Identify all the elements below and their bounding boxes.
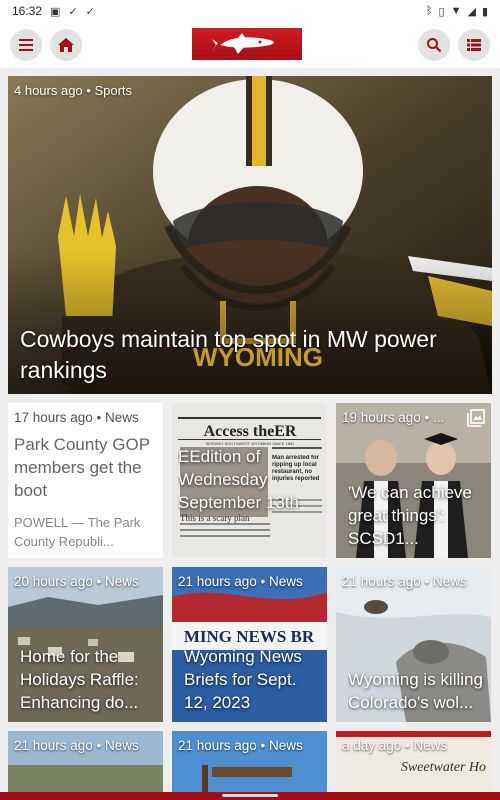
card-meta: 21 hours ago • News	[178, 738, 303, 753]
article-card[interactable]: 20 hours ago • News Home for the Holiday…	[8, 567, 163, 722]
menu-button[interactable]	[10, 29, 42, 61]
app-bar	[0, 22, 500, 68]
card-meta: 19 hours ago • ...	[342, 410, 445, 425]
app-logo[interactable]	[192, 28, 302, 60]
menu-icon	[19, 39, 33, 51]
eedition-card[interactable]: Access theER SERVING SOUTHWEST WYOMING S…	[172, 403, 327, 558]
signal-icon: ◢	[467, 5, 476, 18]
search-button[interactable]	[418, 29, 450, 61]
article-card[interactable]: 21 hours ago • News	[172, 731, 327, 793]
article-card[interactable]: 19 hours ago • ... 'We can achieve great…	[336, 403, 491, 558]
battery-icon: ▮	[481, 5, 488, 18]
list-button[interactable]	[458, 29, 490, 61]
vibrate-icon: ▯	[438, 5, 445, 18]
card-meta: 21 hours ago • News	[14, 738, 139, 753]
article-card[interactable]: Sweetwater Ho a day ago • News	[336, 731, 491, 793]
check-icon: ✓	[85, 5, 95, 18]
rocket-logo-icon	[212, 33, 274, 54]
paper-masthead: Access theER	[204, 423, 297, 440]
card-title[interactable]: Home for the Holidays Raffle: Enhancing …	[20, 645, 157, 714]
status-bar: 16:32 ▣ ✓ ✓ ᛒ ▯ ▼ ◢ ▮	[0, 0, 500, 22]
card-meta: 21 hours ago • News	[342, 574, 467, 589]
list-icon	[467, 39, 481, 51]
image-icon: ▣	[50, 5, 61, 18]
card-meta: 17 hours ago • News	[14, 410, 139, 425]
search-icon	[427, 38, 442, 53]
article-card[interactable]: 17 hours ago • News Park County GOP memb…	[8, 403, 163, 558]
card-title[interactable]: EEdition of Wednesday September 13th	[178, 445, 321, 514]
banner-text: Sweetwater Ho	[401, 760, 486, 775]
clock: 16:32	[12, 4, 43, 18]
card-title[interactable]: Park County GOP members get the boot	[14, 433, 157, 502]
card-meta: 20 hours ago • News	[14, 574, 139, 589]
card-title[interactable]: Wyoming News Briefs for Sept. 12, 2023	[184, 645, 321, 714]
home-button[interactable]	[50, 29, 82, 61]
hero-title[interactable]: Cowboys maintain top spot in MW power ra…	[20, 324, 482, 386]
card-meta: a day ago • News	[342, 738, 448, 753]
gesture-handle[interactable]	[222, 794, 278, 797]
home-icon	[58, 38, 74, 52]
article-card[interactable]: 21 hours ago • News	[8, 731, 163, 793]
banner-text: MING NEWS BR	[184, 627, 315, 646]
article-card[interactable]: MING NEWS BR 21 hours ago • News Wyoming…	[172, 567, 327, 722]
gallery-icon	[467, 409, 485, 427]
card-title[interactable]: Wyoming is killing Colorado's wol...	[348, 668, 485, 714]
check-icon: ✓	[68, 5, 78, 18]
card-excerpt: POWELL — The Park County Republi...	[14, 515, 141, 549]
paper-caption: This is a scary plan	[180, 513, 250, 523]
card-meta: 21 hours ago • News	[178, 574, 303, 589]
hero-article-card[interactable]: WYOMING 4 hours ago • Sports Cowboys mai…	[8, 76, 492, 394]
bluetooth-icon: ᛒ	[425, 5, 433, 17]
wifi-icon: ▼	[450, 5, 462, 17]
hero-meta: 4 hours ago • Sports	[14, 83, 133, 98]
article-card[interactable]: 21 hours ago • News Wyoming is killing C…	[336, 567, 491, 722]
card-title[interactable]: 'We can achieve great things': SCSD1...	[348, 481, 485, 550]
